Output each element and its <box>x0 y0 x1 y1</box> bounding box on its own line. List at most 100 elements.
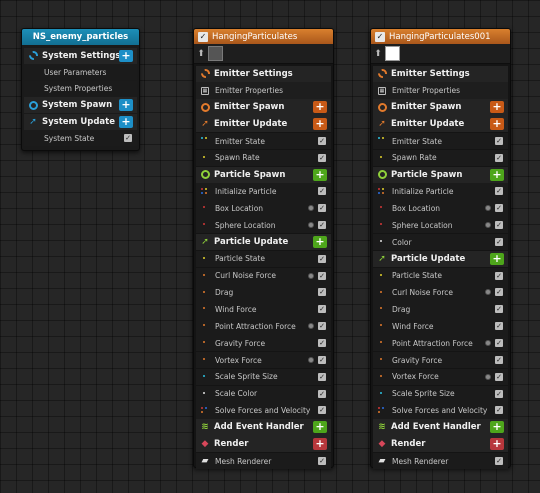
module-enabled-checkbox[interactable]: ✓ <box>124 134 132 142</box>
scratch-pad-icon[interactable] <box>308 323 314 330</box>
add-module-button[interactable]: + <box>313 438 327 451</box>
module-enabled-checkbox[interactable]: ✓ <box>318 389 326 398</box>
emitter-thumbnail[interactable] <box>385 46 400 61</box>
scratch-pad-icon[interactable] <box>485 340 491 346</box>
module-enabled-checkbox[interactable]: ✓ <box>318 372 326 381</box>
emitter-node[interactable]: ✓ HangingParticulates001 ⬆ Emitter Setti… <box>370 28 511 470</box>
module-particle-state[interactable]: Particle State ✓ <box>196 250 331 268</box>
module-enabled-checkbox[interactable]: ✓ <box>318 271 326 280</box>
module-enabled-checkbox[interactable]: ✓ <box>318 153 326 162</box>
add-module-button[interactable]: + <box>119 49 133 62</box>
emitter-enabled-checkbox[interactable]: ✓ <box>375 31 385 42</box>
scratch-pad-icon[interactable] <box>308 356 314 363</box>
scratch-pad-icon[interactable] <box>485 205 491 212</box>
scratch-pad-icon[interactable] <box>308 272 314 279</box>
module-emitter-state[interactable]: Emitter State ✓ <box>373 132 508 150</box>
module-enabled-checkbox[interactable]: ✓ <box>495 305 503 314</box>
module-mesh-renderer[interactable]: ▰ Mesh Renderer ✓ <box>196 452 331 470</box>
module-point-attraction-force[interactable]: Point Attraction Force ✓ <box>373 335 508 352</box>
module-vortex-force[interactable]: Vortex Force ✓ <box>373 368 508 386</box>
module-enabled-checkbox[interactable]: ✓ <box>318 339 326 347</box>
module-solve-forces-and-velocity[interactable]: Solve Forces and Velocity ✓ <box>373 402 508 419</box>
module-drag[interactable]: Drag ✓ <box>373 301 508 318</box>
module-enabled-checkbox[interactable]: ✓ <box>495 136 503 145</box>
section-particle-update[interactable]: ➚ Particle Update + <box>373 250 508 268</box>
module-enabled-checkbox[interactable]: ✓ <box>318 406 326 415</box>
module-wind-force[interactable]: Wind Force ✓ <box>373 318 508 335</box>
module-enabled-checkbox[interactable]: ✓ <box>495 339 503 347</box>
module-enabled-checkbox[interactable]: ✓ <box>495 187 503 196</box>
module-scale-color[interactable]: Scale Color ✓ <box>196 385 331 402</box>
section-add-event-handler[interactable]: ≋ Add Event Handler + <box>196 419 331 436</box>
module-enabled-checkbox[interactable]: ✓ <box>495 271 503 280</box>
module-initialize-particle[interactable]: Initialize Particle ✓ <box>373 183 508 200</box>
section-render[interactable]: ◆ Render + <box>196 436 331 453</box>
module-system-state[interactable]: System State ✓ <box>24 130 137 146</box>
module-drag[interactable]: Drag ✓ <box>196 284 331 301</box>
module-mesh-renderer[interactable]: ▰ Mesh Renderer ✓ <box>373 452 508 470</box>
module-enabled-checkbox[interactable]: ✓ <box>495 204 503 213</box>
scratch-pad-icon[interactable] <box>485 289 491 296</box>
module-scale-sprite-size[interactable]: Scale Sprite Size ✓ <box>373 385 508 402</box>
add-module-button[interactable]: + <box>490 101 504 114</box>
module-vortex-force[interactable]: Vortex Force ✓ <box>196 351 331 369</box>
emitter-thumbnail[interactable] <box>208 46 223 61</box>
pin-icon[interactable]: ⬆ <box>197 49 205 59</box>
section-system-update[interactable]: ➚ System Update + <box>24 113 137 130</box>
scratch-pad-icon[interactable] <box>308 205 314 212</box>
module-color[interactable]: Color ✓ <box>373 233 508 251</box>
module-enabled-checkbox[interactable]: ✓ <box>495 237 503 246</box>
module-enabled-checkbox[interactable]: ✓ <box>495 372 503 381</box>
section-emitter-settings[interactable]: Emitter Settings <box>373 65 508 82</box>
module-initialize-particle[interactable]: Initialize Particle ✓ <box>196 183 331 200</box>
module-sphere-location[interactable]: Sphere Location ✓ <box>196 217 331 234</box>
section-emitter-update[interactable]: ➚ Emitter Update + <box>373 116 508 133</box>
add-module-button[interactable]: + <box>313 118 327 131</box>
section-emitter-spawn[interactable]: Emitter Spawn + <box>196 99 331 116</box>
module-point-attraction-force[interactable]: Point Attraction Force ✓ <box>196 318 331 335</box>
module-enabled-checkbox[interactable]: ✓ <box>318 136 326 145</box>
module-system-properties[interactable]: System Properties <box>24 80 137 97</box>
module-emitter-properties[interactable]: ▦ Emitter Properties <box>196 82 331 99</box>
module-enabled-checkbox[interactable]: ✓ <box>318 187 326 196</box>
section-particle-update[interactable]: ➚ Particle Update + <box>196 233 331 251</box>
module-scale-sprite-size[interactable]: Scale Sprite Size ✓ <box>196 368 331 386</box>
emitter-title-bar[interactable]: ✓ HangingParticulates001 <box>371 29 510 44</box>
module-enabled-checkbox[interactable]: ✓ <box>318 456 326 465</box>
module-enabled-checkbox[interactable]: ✓ <box>318 254 326 263</box>
section-emitter-update[interactable]: ➚ Emitter Update + <box>196 116 331 133</box>
module-enabled-checkbox[interactable]: ✓ <box>318 355 326 364</box>
pin-icon[interactable]: ⬆ <box>374 49 382 59</box>
scratch-pad-icon[interactable] <box>485 222 491 229</box>
module-enabled-checkbox[interactable]: ✓ <box>318 322 326 331</box>
module-enabled-checkbox[interactable]: ✓ <box>495 221 503 230</box>
emitter-enabled-checkbox[interactable]: ✓ <box>198 31 208 42</box>
add-module-button[interactable]: + <box>490 118 504 131</box>
module-particle-state[interactable]: Particle State ✓ <box>373 267 508 284</box>
add-module-button[interactable]: + <box>313 168 327 181</box>
module-solve-forces-and-velocity[interactable]: Solve Forces and Velocity ✓ <box>196 402 331 419</box>
add-module-button[interactable]: + <box>119 115 133 128</box>
module-spawn-rate[interactable]: Spawn Rate ✓ <box>196 149 331 167</box>
module-enabled-checkbox[interactable]: ✓ <box>318 204 326 213</box>
module-curl-noise-force[interactable]: Curl Noise Force ✓ <box>196 267 331 284</box>
module-enabled-checkbox[interactable]: ✓ <box>495 288 503 297</box>
system-node-title[interactable]: NS_enemy_particles <box>22 29 139 45</box>
section-emitter-settings[interactable]: Emitter Settings <box>196 65 331 82</box>
add-module-button[interactable]: + <box>313 235 327 248</box>
module-enabled-checkbox[interactable]: ✓ <box>495 355 503 364</box>
module-enabled-checkbox[interactable]: ✓ <box>495 389 503 398</box>
emitter-title-bar[interactable]: ✓ HangingParticulates <box>194 29 333 44</box>
section-particle-spawn[interactable]: Particle Spawn + <box>196 166 331 183</box>
scratch-pad-icon[interactable] <box>485 373 491 380</box>
system-node[interactable]: NS_enemy_particles System Settings + User … <box>21 28 140 151</box>
module-enabled-checkbox[interactable]: ✓ <box>318 221 326 230</box>
module-enabled-checkbox[interactable]: ✓ <box>495 153 503 162</box>
add-module-button[interactable]: + <box>490 252 504 265</box>
module-enabled-checkbox[interactable]: ✓ <box>318 305 326 314</box>
section-emitter-spawn[interactable]: Emitter Spawn + <box>373 99 508 116</box>
add-module-button[interactable]: + <box>490 421 504 434</box>
section-add-event-handler[interactable]: ≋ Add Event Handler + <box>373 419 508 436</box>
module-emitter-state[interactable]: Emitter State ✓ <box>196 132 331 150</box>
module-gravity-force[interactable]: Gravity Force ✓ <box>196 335 331 352</box>
